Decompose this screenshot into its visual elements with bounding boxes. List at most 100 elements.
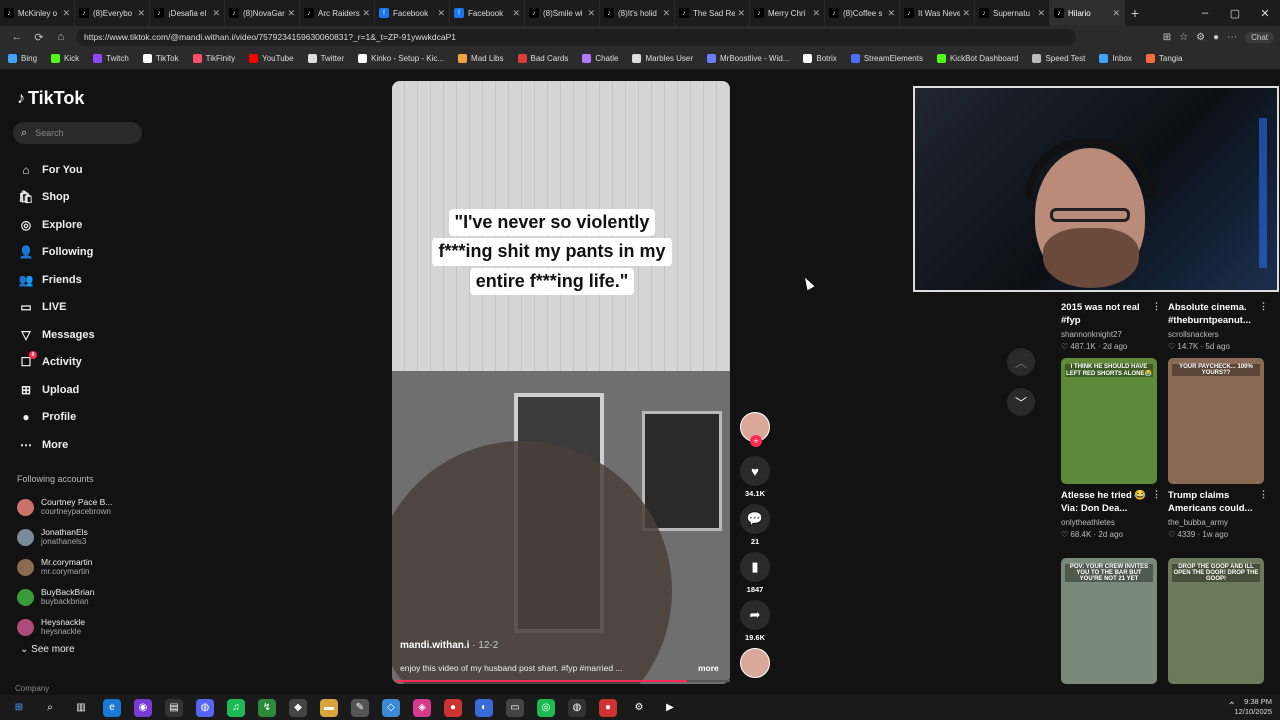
company-link[interactable]: Company (15, 684, 49, 693)
home-icon[interactable]: ⌂ (50, 31, 72, 43)
browser-tab[interactable]: ♪ McKinley o ✕ (0, 0, 75, 26)
feed-channel-name[interactable]: shannonknight27 (1061, 330, 1157, 339)
video-thumbnail[interactable]: I THINK HE SHOULD HAVE LEFT RED SHORTS A… (1061, 358, 1157, 484)
app-icon[interactable]: ◉ (134, 698, 152, 717)
sidebar-item-following[interactable]: 👤 Following (17, 239, 95, 267)
close-tab-icon[interactable]: ✕ (512, 8, 520, 19)
more-options-icon[interactable]: ⋮ (1152, 488, 1161, 500)
browser-tab[interactable]: ♪ ¡Desafia el ✕ (150, 0, 225, 26)
app-icon[interactable]: ◆ (289, 698, 307, 717)
video-thumbnail[interactable]: YOUR PAYCHECK... 100% YOURS?? (1168, 358, 1264, 484)
bookmark-item[interactable]: Twitter (307, 54, 344, 63)
feed-channel-name[interactable]: onlytheathletes (1061, 518, 1157, 527)
sidebar-item-messages[interactable]: ▽ Messages (17, 321, 94, 349)
sidebar-item-more[interactable]: ⋯ More (17, 431, 95, 459)
browser-tab[interactable]: ♪ Supernatu ✕ (975, 0, 1050, 26)
app-icon[interactable]: ● (599, 698, 617, 717)
sidebar-item-activity[interactable]: ☐ 8 Activity (17, 349, 95, 377)
browser-tab[interactable]: ♪ Hilario ✕ (1050, 0, 1125, 26)
description-more-button[interactable]: more (698, 663, 719, 673)
app-icon[interactable]: ◎ (537, 698, 555, 717)
feed-video-title[interactable]: Trump claims Americans could... ⋮ (1168, 489, 1268, 516)
more-options-icon[interactable]: ⋮ (1259, 488, 1268, 500)
extensions-icon[interactable]: ⚙ (1196, 32, 1205, 43)
app-icon[interactable]: ✎ (351, 698, 369, 717)
tiktok-logo[interactable]: ♪ TikTok (17, 88, 84, 109)
chat-button[interactable]: Chat (1245, 31, 1274, 43)
edge-icon[interactable]: e (103, 698, 121, 717)
browser-tab[interactable]: ♪ It Was Neve ✕ (900, 0, 975, 26)
close-tab-icon[interactable]: ✕ (137, 8, 145, 19)
bookmark-item[interactable]: TikFinity (192, 54, 235, 63)
previous-video-button[interactable]: ︿ (1007, 348, 1035, 376)
url-field[interactable]: https://www.tiktok.com/@mandi.withan.i/v… (76, 28, 1076, 46)
obs-icon[interactable]: ● (444, 698, 462, 717)
feed-video-title[interactable]: Absolute cinema. #theburntpeanut... ⋮ (1168, 301, 1268, 328)
following-account[interactable]: Courtney Pace B... courtneypacebrown (17, 492, 112, 522)
next-video-button[interactable]: ﹀ (1007, 388, 1035, 416)
minimize-icon[interactable]: – (1190, 7, 1220, 19)
follow-plus-icon[interactable]: + (750, 435, 762, 447)
feed-video-title[interactable]: Atlesse he tried 😂 Via: Don Dea... ⋮ (1061, 489, 1161, 516)
bookmark-item[interactable]: Botrix (803, 54, 837, 63)
bookmark-item[interactable]: Bing (8, 54, 37, 63)
following-account[interactable]: Mr.corymartin mr.corymartin (17, 552, 112, 582)
close-tab-icon[interactable]: ✕ (62, 8, 70, 19)
back-icon[interactable]: ← (6, 31, 28, 43)
video-thumbnail[interactable]: DROP THE GOOP AND ILL OPEN THE DOOR! DRO… (1168, 558, 1264, 684)
feed-video-card[interactable]: Absolute cinema. #theburntpeanut... ⋮ scro… (1168, 296, 1268, 351)
maximize-icon[interactable]: ▢ (1220, 7, 1250, 20)
spotify-icon[interactable]: ♫ (227, 698, 245, 717)
browser-tab[interactable]: f Facebook ✕ (450, 0, 525, 26)
browser-tab[interactable]: f Facebook ✕ (375, 0, 450, 26)
browser-tab[interactable]: ♪ (8)Coffee s ✕ (825, 0, 900, 26)
profile-avatar-icon[interactable]: ● (1213, 32, 1219, 43)
sidebar-item-live[interactable]: ▭ LIVE (17, 294, 95, 322)
refresh-icon[interactable]: ⟳ (28, 31, 50, 44)
video-progress-bar[interactable] (396, 680, 730, 682)
bookmark-item[interactable]: TikTok (142, 54, 179, 63)
browser-tab[interactable]: ♪ (8)Smile wi ✕ (525, 0, 600, 26)
video-thumbnail[interactable]: POV: YOUR CREW INVITES YOU TO THE BAR BU… (1061, 558, 1157, 684)
file-explorer-icon[interactable]: ▬ (320, 698, 338, 717)
close-tab-icon[interactable]: ✕ (362, 8, 370, 19)
bookmark-item[interactable]: Chatle (582, 54, 618, 63)
sidebar-item-friends[interactable]: 👥 Friends (17, 266, 95, 294)
app-icon[interactable]: ◈ (413, 698, 431, 717)
creator-avatar[interactable]: + (740, 412, 770, 447)
close-tab-icon[interactable]: ✕ (212, 8, 220, 19)
browser-tab[interactable]: ♪ (8)NovaGar ✕ (225, 0, 300, 26)
app-icon[interactable]: ◍ (568, 698, 586, 717)
browser-tab[interactable]: ♪ Merry Chri ✕ (750, 0, 825, 26)
bookmark-item[interactable]: MrBoostlive - Wid... (707, 54, 789, 63)
close-tab-icon[interactable]: ✕ (1037, 8, 1045, 19)
new-tab-icon[interactable]: + (1125, 5, 1145, 21)
bookmark-item[interactable]: Inbox (1099, 54, 1132, 63)
app-icon[interactable]: ◇ (382, 698, 400, 717)
sidebar-item-shop[interactable]: 🛍 Shop (17, 184, 95, 212)
like-button[interactable]: ♥ (740, 456, 770, 486)
sidebar-item-for-you[interactable]: ⌂ For You (17, 156, 95, 184)
close-tab-icon[interactable]: ✕ (587, 8, 595, 19)
close-tab-icon[interactable]: ✕ (737, 8, 745, 19)
feed-video-card[interactable]: POV: YOUR CREW INVITES YOU TO THE BAR BU… (1061, 558, 1157, 684)
feed-video-card[interactable]: YOUR PAYCHECK... 100% YOURS?? Trump claim… (1168, 358, 1268, 539)
following-account[interactable]: JonathanEls jonathanels3 (17, 522, 112, 552)
browser-tab[interactable]: ♪ The Sad Re ✕ (675, 0, 750, 26)
following-account[interactable]: Heysnackle heysnackle (17, 612, 112, 642)
video-username[interactable]: mandi.withan.i (400, 640, 469, 651)
close-tab-icon[interactable]: ✕ (812, 8, 820, 19)
feed-channel-name[interactable]: scrollsnackers (1168, 330, 1264, 339)
bookmark-item[interactable]: Kick (51, 54, 79, 63)
close-tab-icon[interactable]: ✕ (287, 8, 295, 19)
sidebar-item-upload[interactable]: ⊞ Upload (17, 376, 95, 404)
search-input[interactable]: ⌕ Search (13, 122, 142, 144)
sidebar-item-explore[interactable]: ◎ Explore (17, 211, 95, 239)
share-button[interactable]: ➦ (740, 600, 770, 630)
translate-icon[interactable]: ⊞ (1163, 32, 1171, 43)
save-button[interactable]: ▮ (740, 552, 770, 582)
bookmark-item[interactable]: Twitch (93, 54, 129, 63)
app-icon[interactable]: ▭ (506, 698, 524, 717)
bookmark-item[interactable]: StreamElements (850, 54, 923, 63)
bookmark-item[interactable]: YouTube (249, 54, 294, 63)
